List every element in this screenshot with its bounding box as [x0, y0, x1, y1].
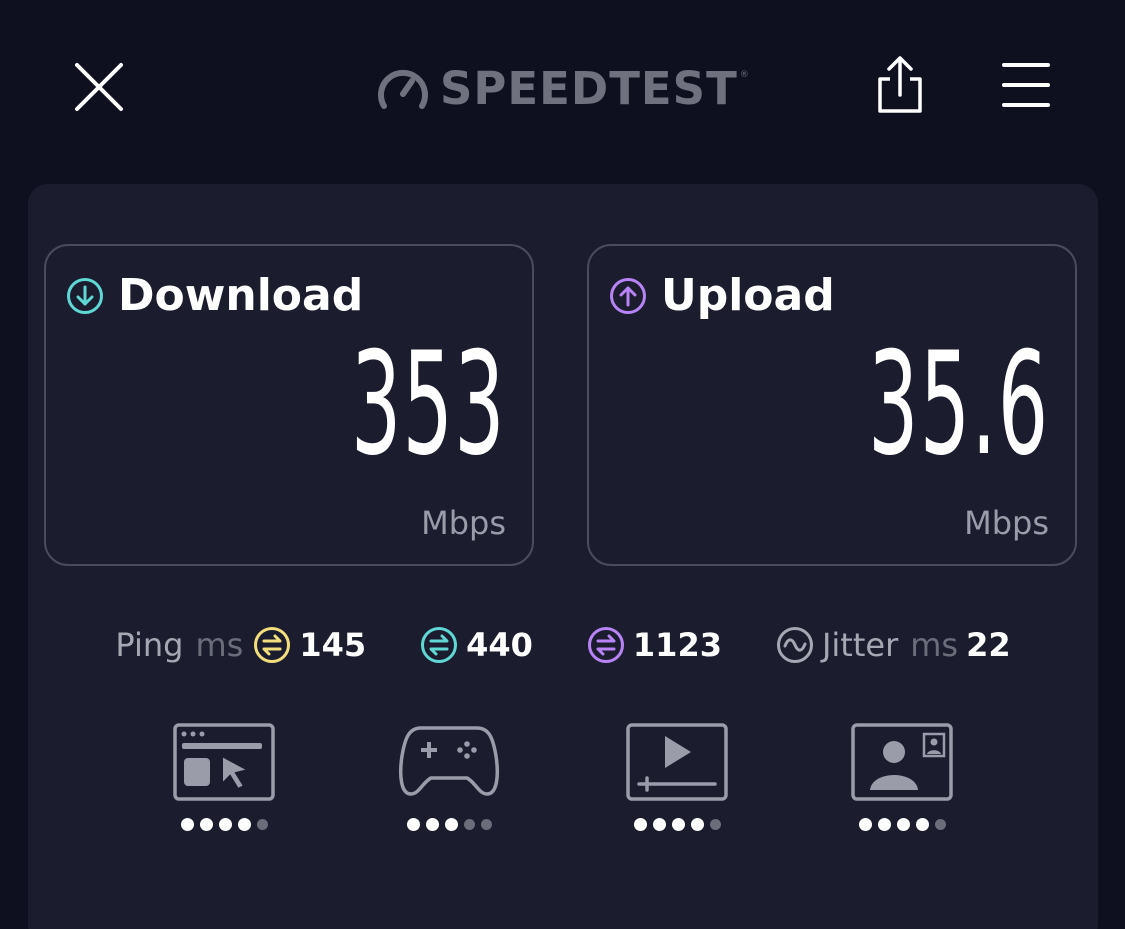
ping-upload-value: 1123 — [632, 626, 722, 664]
quality-rating-video-chat — [842, 818, 962, 831]
rating-dot-empty — [256, 819, 268, 830]
jitter-unit: ms — [910, 626, 959, 664]
jitter-value: 22 — [966, 626, 1011, 664]
rating-dot-empty — [463, 819, 475, 830]
top-bar: SPEEDTEST ® — [0, 0, 1125, 180]
upload-unit: Mbps — [964, 504, 1049, 542]
rating-dot-filled — [444, 818, 458, 831]
download-arrow-icon — [67, 277, 103, 314]
quality-video-chat[interactable] — [842, 722, 962, 842]
hamburger-menu-icon — [1002, 63, 1050, 107]
gamepad-icon — [398, 726, 500, 796]
close-icon — [75, 63, 123, 111]
upload-card[interactable]: Upload 35.6 Mbps — [587, 244, 1077, 566]
ping-unit: ms — [195, 626, 244, 664]
download-header: Download — [66, 270, 363, 321]
jitter-icon — [776, 627, 813, 663]
upload-value: 35.6 — [867, 322, 1049, 487]
connection-quality-row — [28, 722, 1098, 842]
rating-dot-filled — [180, 818, 194, 831]
quality-rating-video-streaming — [617, 818, 737, 831]
quality-rating-gaming — [389, 818, 509, 831]
jitter-label: Jitter — [821, 626, 899, 664]
download-card[interactable]: Download 353 Mbps — [44, 244, 534, 566]
rating-dot-filled — [690, 818, 704, 831]
rating-dot-filled — [858, 818, 872, 831]
rating-dot-filled — [877, 818, 891, 831]
quality-video-streaming[interactable] — [617, 722, 737, 842]
share-button[interactable] — [874, 55, 926, 115]
quality-web-browsing[interactable] — [164, 722, 284, 842]
rating-dot-empty — [480, 819, 492, 830]
rating-dot-filled — [237, 818, 251, 831]
menu-button[interactable] — [1002, 62, 1050, 108]
rating-dot-filled — [671, 818, 685, 831]
logo-text: SPEEDTEST — [440, 61, 738, 115]
ping-download-icon — [421, 627, 458, 663]
download-value: 353 — [351, 322, 506, 487]
web-browsing-icon — [173, 723, 275, 801]
download-title: Download — [118, 270, 364, 321]
ping-label: Ping — [115, 626, 184, 664]
rating-dot-filled — [896, 818, 910, 831]
ping-download-value: 440 — [466, 626, 533, 664]
upload-arrow-icon — [610, 277, 646, 314]
results-panel: Download 353 Mbps Upload 35.6 Mbps Ping … — [28, 184, 1098, 929]
upload-header: Upload — [609, 270, 835, 321]
close-button[interactable] — [72, 60, 126, 114]
rating-dot-filled — [425, 818, 439, 831]
rating-dot-filled — [406, 818, 420, 831]
rating-dot-empty — [934, 819, 946, 830]
speedtest-logo: SPEEDTEST ® — [376, 60, 749, 116]
rating-dot-filled — [633, 818, 647, 831]
trademark: ® — [739, 70, 749, 80]
speedometer-icon — [378, 69, 428, 109]
ping-idle-icon — [254, 627, 291, 663]
ping-idle-value: 145 — [299, 626, 367, 664]
rating-dot-filled — [915, 818, 929, 831]
download-unit: Mbps — [421, 504, 506, 542]
quality-gaming[interactable] — [389, 722, 509, 842]
upload-title: Upload — [661, 270, 835, 321]
quality-rating-web-browsing — [164, 818, 284, 831]
latency-metrics: Ping ms 145 440 1123 Jitter ms 22 — [28, 620, 1098, 670]
speedtest-result-screen: SPEEDTEST ® Download 353 Mbps Upload 35.… — [0, 0, 1125, 929]
video-chat-icon — [851, 723, 953, 801]
ping-upload-icon — [587, 627, 624, 663]
rating-dot-filled — [652, 818, 666, 831]
video-player-icon — [626, 723, 728, 801]
rating-dot-filled — [199, 818, 213, 831]
rating-dot-filled — [218, 818, 232, 831]
share-icon — [878, 56, 922, 113]
rating-dot-empty — [709, 819, 721, 830]
